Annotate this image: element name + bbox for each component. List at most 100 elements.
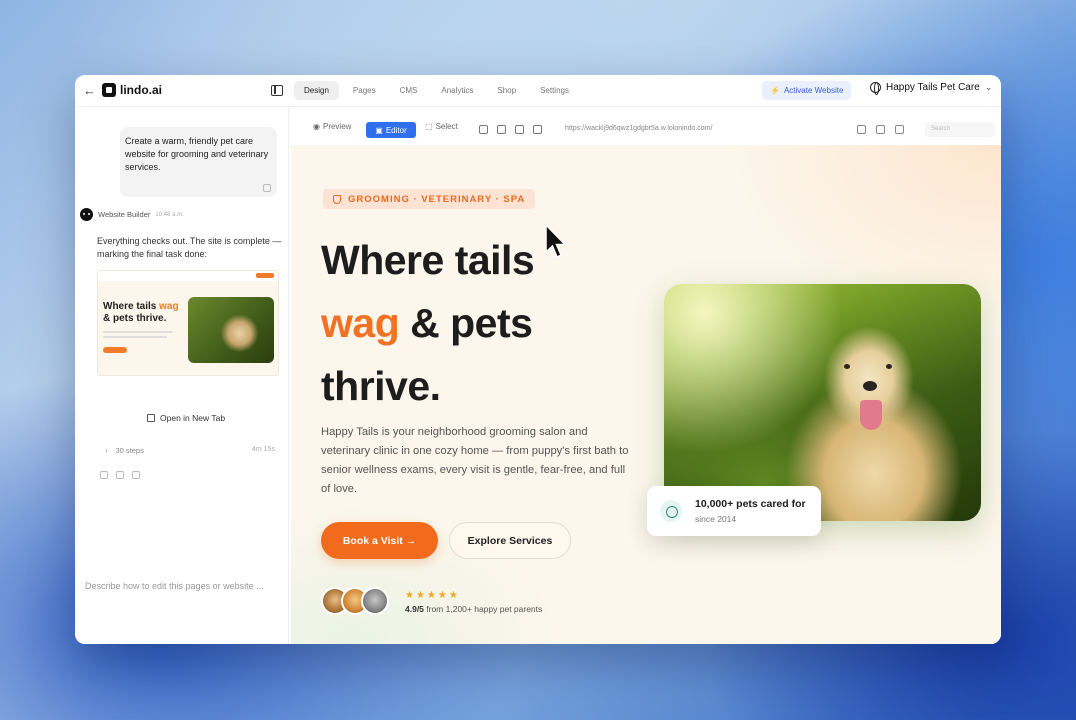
bot-timestamp: 10:48 a.m.: [155, 211, 184, 218]
tool-icons: [479, 125, 542, 134]
toolbar-right-icons: [857, 125, 904, 134]
site-name: Happy Tails Pet Care: [886, 82, 980, 93]
dog-nose: [863, 381, 877, 391]
bot-avatar-icon: [80, 208, 93, 221]
preview-label: Preview: [322, 122, 352, 131]
grid-icon[interactable]: [533, 125, 542, 134]
top-bar: ← lindo.ai Design Pages CMS Analytics Sh…: [75, 75, 1001, 107]
open-external-icon[interactable]: [876, 125, 885, 134]
services-badge: GROOMING · VETERINARY · SPA: [323, 189, 536, 209]
steps-label: 30 steps: [115, 446, 144, 455]
explore-services-button[interactable]: Explore Services: [449, 522, 571, 559]
thumb-dog-image: [188, 297, 274, 363]
avatar: [361, 587, 389, 615]
customer-avatars: [321, 587, 389, 615]
logo[interactable]: lindo.ai: [102, 83, 162, 97]
open-tab-label: Open in New Tab: [160, 413, 226, 423]
steps-duration: 4m 15s: [252, 446, 275, 453]
editor-label: Editor: [385, 125, 407, 135]
site-selector[interactable]: Happy Tails Pet Care ⌄: [870, 82, 993, 95]
shield-icon: [333, 194, 341, 204]
bot-message: Everything checks out. The site is compl…: [97, 236, 282, 259]
layers-icon[interactable]: [479, 125, 488, 134]
history-icon[interactable]: [895, 125, 904, 134]
page-url[interactable]: https://wacklj9d6qwz1gdgbr5a.w.lolonindo…: [565, 125, 712, 132]
eye-icon: ◉: [313, 122, 320, 131]
main-tabs: Design Pages CMS Analytics Shop Settings: [294, 81, 579, 100]
select-button[interactable]: ⬚ Select: [425, 122, 458, 131]
external-link-icon: [147, 414, 155, 422]
thumb-cta: [103, 347, 127, 353]
hero-title-accent: wag: [321, 300, 400, 346]
tab-pages[interactable]: Pages: [343, 81, 386, 100]
check-circle-icon: [660, 500, 682, 522]
dog-tongue: [860, 400, 882, 430]
steps-toggle[interactable]: › 30 steps: [105, 446, 144, 455]
user-message: Create a warm, friendly pet care website…: [120, 127, 277, 197]
thumb-text-line: [103, 331, 173, 333]
app-window: ← lindo.ai Design Pages CMS Analytics Sh…: [75, 75, 1001, 644]
thumb-text-line: [103, 336, 167, 338]
pets-cared-card: 10,000+ pets cared for since 2014: [647, 486, 821, 536]
bot-name: Website Builder: [98, 210, 151, 219]
hero-title: Where tails wag & pets thrive.: [321, 229, 535, 418]
activate-website-button[interactable]: ⚡ Activate Website: [762, 81, 852, 100]
thumb-nav-button: [256, 273, 274, 278]
toggle-sidebar-icon[interactable]: [271, 85, 283, 96]
chevron-right-icon: ›: [105, 446, 108, 455]
site-preview-thumbnail[interactable]: Where tails wag & pets thrive.: [97, 270, 279, 376]
editor-icon: ▣: [375, 125, 383, 135]
dog-eye: [886, 364, 892, 369]
reaction-row: [100, 471, 140, 479]
bot-header: Website Builder 10:48 a.m.: [80, 208, 184, 221]
star-rating-icon: ★★★★★: [405, 590, 460, 601]
dog-eye: [844, 364, 850, 369]
hero-title-line1: Where tails: [321, 237, 535, 283]
hero-title-line3: thrive.: [321, 363, 441, 409]
chevron-down-icon: ⌄: [984, 82, 993, 92]
open-in-new-tab-link[interactable]: Open in New Tab: [147, 413, 225, 423]
tab-design[interactable]: Design: [294, 81, 339, 100]
thumb-title-accent: wag: [159, 301, 179, 312]
select-label: Select: [435, 122, 458, 131]
rating-text: 4.9/5 from 1,200+ happy pet parents: [405, 604, 542, 614]
chat-input[interactable]: Describe how to edit this pages or websi…: [85, 580, 275, 593]
rating-caption: from 1,200+ happy pet parents: [423, 604, 543, 614]
thumb-title-b: & pets thrive.: [103, 313, 167, 324]
stat-subtitle: since 2014: [695, 514, 737, 524]
rating-score: 4.9/5: [405, 604, 424, 614]
badge-text: GROOMING · VETERINARY · SPA: [348, 193, 526, 205]
editor-toolbar: ◉ Preview ▣ Editor ⬚ Select https://wack…: [289, 117, 1001, 143]
thumb-headline: Where tails wag & pets thrive.: [103, 301, 179, 325]
hero-description: Happy Tails is your neighborhood groomin…: [321, 426, 629, 495]
back-arrow-icon[interactable]: ←: [83, 84, 97, 98]
tab-settings[interactable]: Settings: [530, 81, 579, 100]
tab-shop[interactable]: Shop: [487, 81, 526, 100]
thumb-title-a: Where tails: [103, 301, 160, 312]
copy-icon[interactable]: [263, 184, 271, 192]
logo-text: lindo.ai: [120, 83, 162, 97]
activate-label: Activate Website: [783, 86, 844, 95]
copy-response-icon[interactable]: [132, 471, 140, 479]
brush-icon[interactable]: [497, 125, 506, 134]
stat-title: 10,000+ pets cared for: [695, 498, 806, 510]
tab-cms[interactable]: CMS: [390, 81, 428, 100]
select-icon: ⬚: [425, 122, 433, 131]
thumbs-up-icon[interactable]: [100, 471, 108, 479]
logo-mark-icon: [102, 83, 116, 97]
components-icon[interactable]: [515, 125, 524, 134]
book-visit-button[interactable]: Book a Visit →: [321, 522, 438, 559]
chat-panel: Create a warm, friendly pet care website…: [75, 107, 289, 644]
thumb-navbar: [98, 271, 278, 281]
toolbar-search-input[interactable]: Search: [925, 122, 995, 137]
tab-analytics[interactable]: Analytics: [431, 81, 483, 100]
user-message-text: Create a warm, friendly pet care website…: [125, 136, 269, 172]
hero-title-line2: & pets: [399, 300, 533, 346]
undo-icon[interactable]: [857, 125, 866, 134]
thumbs-down-icon[interactable]: [116, 471, 124, 479]
editor-button[interactable]: ▣ Editor: [366, 122, 416, 138]
website-canvas: GROOMING · VETERINARY · SPA Where tails …: [291, 145, 1001, 644]
lightning-icon: ⚡: [770, 86, 780, 95]
preview-button[interactable]: ◉ Preview: [313, 122, 351, 131]
globe-icon: [870, 82, 881, 95]
